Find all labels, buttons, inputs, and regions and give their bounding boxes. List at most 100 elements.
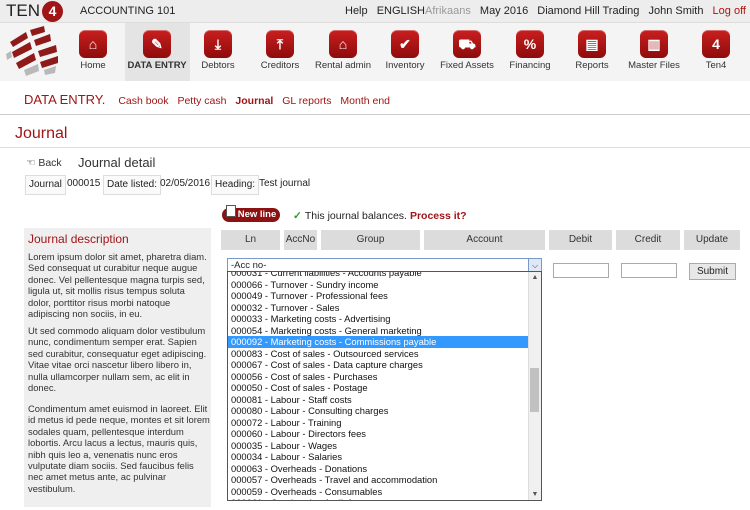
account-option[interactable]: 000066 - Turnover - Sundry income [228, 279, 528, 291]
account-option[interactable]: 000063 - Overheads - Donations [228, 463, 528, 475]
process-link[interactable]: Process it? [410, 210, 467, 222]
description-paragraph: Ut sed commodo aliquam dolor vestibulum … [28, 325, 207, 394]
account-option[interactable]: 000072 - Labour - Training [228, 417, 528, 429]
account-dropdown-list[interactable]: 000031 - Current liabilities - Accounts … [227, 271, 542, 501]
credit-input[interactable] [621, 263, 677, 278]
account-option[interactable]: 000067 - Cost of sales - Data capture ch… [228, 359, 528, 371]
nav-financing[interactable]: % Financing [500, 30, 560, 71]
account-option[interactable]: 000034 - Labour - Salaries [228, 451, 528, 463]
divider [0, 114, 750, 115]
help-link[interactable]: Help [345, 5, 368, 17]
nav-label: Rental admin [315, 60, 371, 71]
back-button[interactable]: ☜ Back [26, 157, 62, 169]
company-selector[interactable]: Diamond Hill Trading [537, 5, 639, 17]
journal-detail-title: Journal detail [78, 155, 156, 170]
subnav-gl-reports[interactable]: GL reports [282, 95, 331, 107]
account-option[interactable]: 000032 - Turnover - Sales [228, 302, 528, 314]
col-ln: Ln [221, 230, 280, 250]
nav-ten4[interactable]: 4 Ten4 [686, 30, 746, 71]
check-icon: ✓ [293, 210, 302, 222]
nav-label: Creditors [260, 60, 300, 71]
brand-logo[interactable]: TEN 4 [6, 1, 63, 22]
account-option[interactable]: 000033 - Marketing costs - Advertising [228, 313, 528, 325]
nav-master-files[interactable]: ▥ Master Files [624, 30, 684, 71]
nav-label: DATA ENTRY [127, 60, 187, 71]
truck-icon: ⛟ [453, 30, 481, 58]
account-option[interactable]: 000031 - Current liabilities - Accounts … [228, 272, 528, 279]
brand-number: 4 [42, 1, 63, 22]
home-icon: ⌂ [79, 30, 107, 58]
language-afrikaans[interactable]: Afrikaans [425, 5, 471, 17]
date-value: 02/05/2016 [160, 178, 211, 189]
section-title: DATA ENTRY. [24, 92, 106, 107]
scrollbar[interactable]: ▲ ▼ [528, 272, 541, 500]
nav-label: Fixed Assets [440, 60, 494, 71]
nav-label: Debtors [201, 60, 235, 71]
nav-label: Financing [509, 60, 551, 71]
period-selector[interactable]: May 2016 [480, 5, 528, 17]
account-option[interactable]: 000054 - Marketing costs - General marke… [228, 325, 528, 337]
folder-icon: ▥ [640, 30, 668, 58]
sub-nav: DATA ENTRY. Cash book Petty cash Journal… [24, 92, 390, 107]
balance-text: This journal balances. [304, 210, 407, 222]
subnav-petty-cash[interactable]: Petty cash [177, 95, 226, 107]
debit-input[interactable] [553, 263, 609, 278]
nav-rental-admin[interactable]: ⌂ Rental admin [313, 30, 373, 71]
subnav-cash-book[interactable]: Cash book [118, 95, 168, 107]
upload-icon: ⤒ [266, 30, 294, 58]
journal-label: Journal [25, 175, 66, 195]
subnav-journal[interactable]: Journal [235, 95, 273, 107]
pencil-icon: ✎ [143, 30, 171, 58]
trolley-icon: ✔ [391, 30, 419, 58]
percent-icon: % [516, 30, 544, 58]
account-option[interactable]: 000056 - Cost of sales - Purchases [228, 371, 528, 383]
submit-button[interactable]: Submit [689, 263, 736, 280]
nav-label: Master Files [628, 60, 680, 71]
account-option[interactable]: 000060 - Labour - Directors fees [228, 428, 528, 440]
nav-fixed-assets[interactable]: ⛟ Fixed Assets [437, 30, 497, 71]
back-label: Back [38, 157, 62, 169]
language-english[interactable]: ENGLISH [377, 5, 425, 17]
col-debit: Debit [549, 230, 612, 250]
nav-inventory[interactable]: ✔ Inventory [375, 30, 435, 71]
account-option[interactable]: 000059 - Overheads - Consumables [228, 486, 528, 498]
col-account: Account [424, 230, 545, 250]
ten4-icon: 4 [702, 30, 730, 58]
new-line-label: New line [237, 209, 277, 220]
divider [0, 147, 750, 148]
top-bar: TEN 4 ACCOUNTING 101 Help ENGLISHAfrikaan… [0, 0, 750, 23]
subnav-month-end[interactable]: Month end [340, 95, 390, 107]
user-name[interactable]: John Smith [648, 5, 703, 17]
description-paragraph: Lorem ipsum dolor sit amet, pharetra dia… [28, 251, 207, 320]
page-title: Journal [15, 125, 68, 142]
account-option[interactable]: 000050 - Cost of sales - Postage [228, 382, 528, 394]
brand-text: TEN [6, 1, 40, 20]
scroll-thumb[interactable] [530, 368, 539, 412]
col-group: Group [321, 230, 420, 250]
account-options: 000031 - Current liabilities - Accounts … [228, 272, 528, 500]
scroll-up-icon[interactable]: ▲ [529, 272, 541, 283]
journal-number: 000015 [67, 178, 101, 189]
nav-label: Home [80, 60, 106, 71]
nav-home[interactable]: ⌂ Home [63, 30, 123, 71]
account-option[interactable]: 000061 - Overheads - Audit fees [228, 497, 528, 500]
account-option[interactable]: 000035 - Labour - Wages [228, 440, 528, 452]
account-option[interactable]: 000092 - Marketing costs - Commissions p… [228, 336, 528, 348]
nav-data-entry[interactable]: ✎ DATA ENTRY [127, 30, 187, 71]
description-paragraph: Condimentum amet euismod in laoreet. Eli… [28, 403, 210, 494]
heading-value: Test journal [259, 178, 311, 189]
account-option[interactable]: 000081 - Labour - Staff costs [228, 394, 528, 406]
buildings-icon: ⌂ [329, 30, 357, 58]
document-icon [226, 205, 236, 217]
account-option[interactable]: 000057 - Overheads - Travel and accommod… [228, 474, 528, 486]
nav-label: Inventory [385, 60, 425, 71]
scroll-down-icon[interactable]: ▼ [529, 489, 541, 500]
account-option[interactable]: 000080 - Labour - Consulting charges [228, 405, 528, 417]
nav-creditors[interactable]: ⤒ Creditors [250, 30, 310, 71]
nav-reports[interactable]: ▤ Reports [562, 30, 622, 71]
journal-description-panel: Journal description Lorem ipsum dolor si… [24, 228, 211, 507]
account-option[interactable]: 000049 - Turnover - Professional fees [228, 290, 528, 302]
logoff-link[interactable]: Log off [713, 5, 746, 17]
account-option[interactable]: 000083 - Cost of sales - Outsourced serv… [228, 348, 528, 360]
nav-debtors[interactable]: ⤓ Debtors [188, 30, 248, 71]
